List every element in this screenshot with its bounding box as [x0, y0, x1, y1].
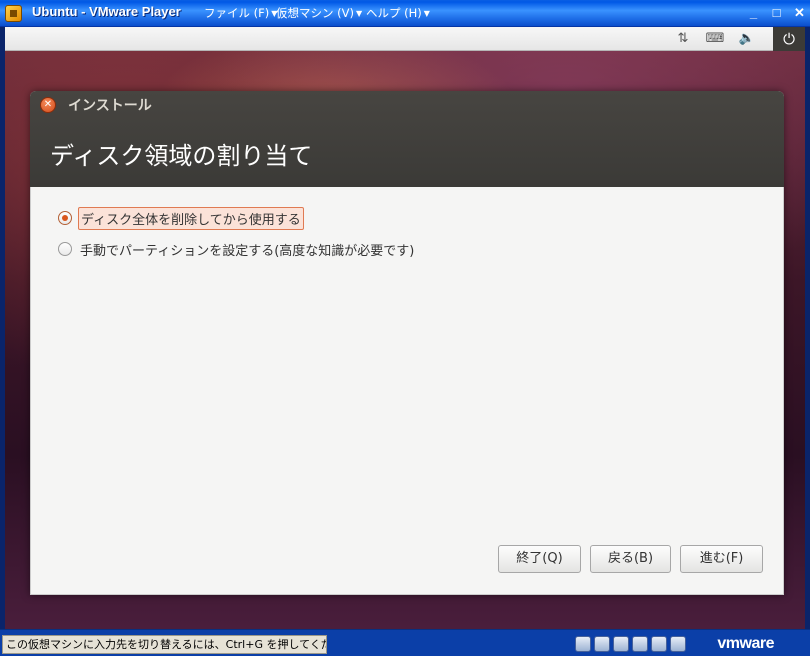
minimize-button[interactable]: _: [743, 3, 764, 24]
network-icon[interactable]: ⇅: [672, 30, 694, 48]
status-message: この仮想マシンに入力先を切り替えるには、Ctrl+G を押してください。: [2, 635, 327, 654]
guest-desktop: ✕ インストール ディスク領域の割り当て ディスク全体を削除してから使用する 手…: [5, 51, 805, 629]
page-title: ディスク領域の割り当て: [50, 142, 313, 170]
cd-drive-icon[interactable]: [594, 636, 610, 652]
quit-button[interactable]: 終了(Q): [498, 545, 581, 573]
maximize-button[interactable]: □: [766, 3, 787, 24]
vmware-logo: vmware: [717, 635, 774, 652]
option-label: ディスク全体を削除してから使用する: [78, 206, 304, 230]
power-icon[interactable]: ⏻: [773, 27, 805, 51]
radio-manual-partition[interactable]: [58, 242, 72, 256]
window-titlebar: Ubuntu - VMware Player ファイル (F) ▼ 仮想マシン (…: [0, 0, 810, 27]
floppy-icon[interactable]: [613, 636, 629, 652]
back-button[interactable]: 戻る(B): [590, 545, 671, 573]
printer-icon[interactable]: [651, 636, 667, 652]
installer-header: ✕ インストール ディスク領域の割り当て: [30, 91, 784, 187]
installer-window: ✕ インストール ディスク領域の割り当て ディスク全体を削除してから使用する 手…: [30, 91, 784, 595]
option-erase-disk[interactable]: ディスク全体を削除してから使用する: [58, 206, 304, 230]
network-adapter-icon[interactable]: [632, 636, 648, 652]
window-title: Ubuntu - VMware Player: [32, 4, 181, 19]
status-bar: この仮想マシンに入力先を切り替えるには、Ctrl+G を押してください。 vmw…: [0, 629, 810, 656]
close-button[interactable]: ✕: [789, 3, 810, 24]
forward-button[interactable]: 進む(F): [680, 545, 763, 573]
keyboard-icon[interactable]: ⌨: [704, 30, 726, 48]
installer-window-title: インストール: [68, 98, 152, 114]
close-icon[interactable]: ✕: [40, 97, 56, 113]
radio-erase-disk[interactable]: [58, 211, 72, 225]
vmware-app-icon[interactable]: [5, 5, 22, 22]
menu-vm[interactable]: 仮想マシン (V) ▼: [276, 5, 362, 21]
hard-disk-icon[interactable]: [575, 636, 591, 652]
vm-toolbar: ⇅ ⌨ 🔈 ⏻: [5, 27, 805, 51]
menu-help[interactable]: ヘルプ (H) ▼: [366, 5, 430, 21]
sound-icon[interactable]: [670, 636, 686, 652]
chevron-down-icon: ▼: [356, 9, 363, 18]
option-manual-partition[interactable]: 手動でパーティションを設定する(高度な知識が必要です): [58, 238, 416, 260]
option-label: 手動でパーティションを設定する(高度な知識が必要です): [80, 243, 415, 259]
chevron-down-icon: ▼: [423, 9, 430, 18]
installer-body: ディスク全体を削除してから使用する 手動でパーティションを設定する(高度な知識が…: [30, 187, 784, 595]
volume-icon[interactable]: 🔈: [736, 30, 758, 48]
menu-file[interactable]: ファイル (F) ▼: [204, 5, 277, 21]
